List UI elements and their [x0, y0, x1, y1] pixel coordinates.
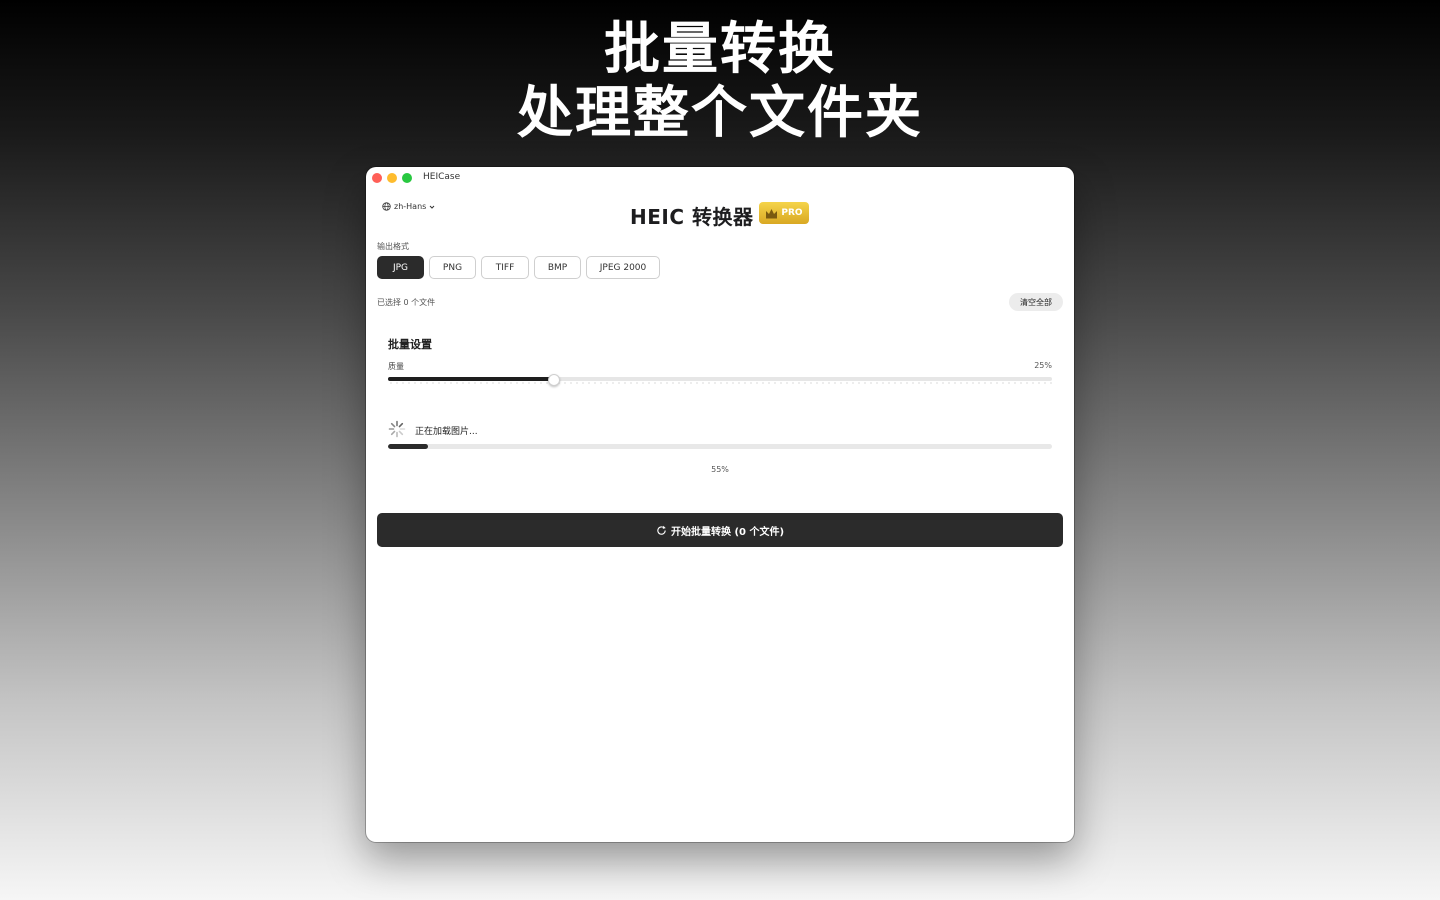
promo-headline-line1: 批量转换	[604, 17, 836, 82]
format-option-bmp[interactable]: BMP	[534, 256, 581, 279]
close-window-button[interactable]	[372, 173, 382, 183]
start-batch-convert-button[interactable]: 开始批量转换 (0 个文件)	[377, 513, 1063, 547]
quality-value: 25%	[1034, 361, 1052, 370]
batch-settings-title: 批量设置	[388, 338, 432, 351]
format-option-jpeg2000[interactable]: JPEG 2000	[586, 256, 660, 279]
crown-icon	[765, 204, 778, 223]
clear-all-button[interactable]: 清空全部	[1009, 293, 1063, 311]
start-batch-convert-label: 开始批量转换 (0 个文件)	[670, 526, 785, 538]
quality-slider-fill	[388, 377, 554, 381]
refresh-icon	[656, 525, 667, 536]
language-label: zh-Hans	[394, 202, 427, 211]
quality-slider-ticks	[388, 382, 1052, 384]
loading-spinner-icon	[388, 420, 406, 438]
promo-headline-line2: 处理整个文件夹	[517, 81, 923, 146]
format-option-png[interactable]: PNG	[429, 256, 476, 279]
title-bar: HEICase	[366, 167, 1074, 189]
output-format-label: 输出格式	[377, 242, 409, 251]
quality-slider-thumb[interactable]	[548, 374, 560, 386]
globe-icon	[382, 202, 391, 211]
zoom-window-button[interactable]	[402, 173, 412, 183]
window-title: HEICase	[423, 172, 461, 182]
app-title: HEIC 转换器	[630, 205, 754, 229]
format-option-jpg[interactable]: JPG	[377, 256, 424, 279]
chevron-down-icon	[429, 204, 435, 210]
minimize-window-button[interactable]	[387, 173, 397, 183]
quality-label: 质量	[388, 362, 404, 371]
selected-files-count: 已选择 0 个文件	[377, 298, 436, 307]
format-option-tiff[interactable]: TIFF	[481, 256, 529, 279]
pro-badge-label: PRO	[781, 208, 803, 218]
loading-status-text: 正在加载图片...	[415, 427, 478, 437]
loading-progress-fill	[388, 444, 428, 449]
loading-progress-percent: 55%	[711, 465, 729, 474]
app-window: HEICase zh-Hans HEIC 转换器 PRO 输出格式 JPG PN…	[366, 167, 1074, 842]
quality-slider[interactable]	[388, 374, 1052, 386]
language-selector[interactable]: zh-Hans	[382, 202, 435, 211]
loading-progress-bar	[388, 444, 1052, 449]
pro-badge[interactable]: PRO	[759, 202, 809, 224]
